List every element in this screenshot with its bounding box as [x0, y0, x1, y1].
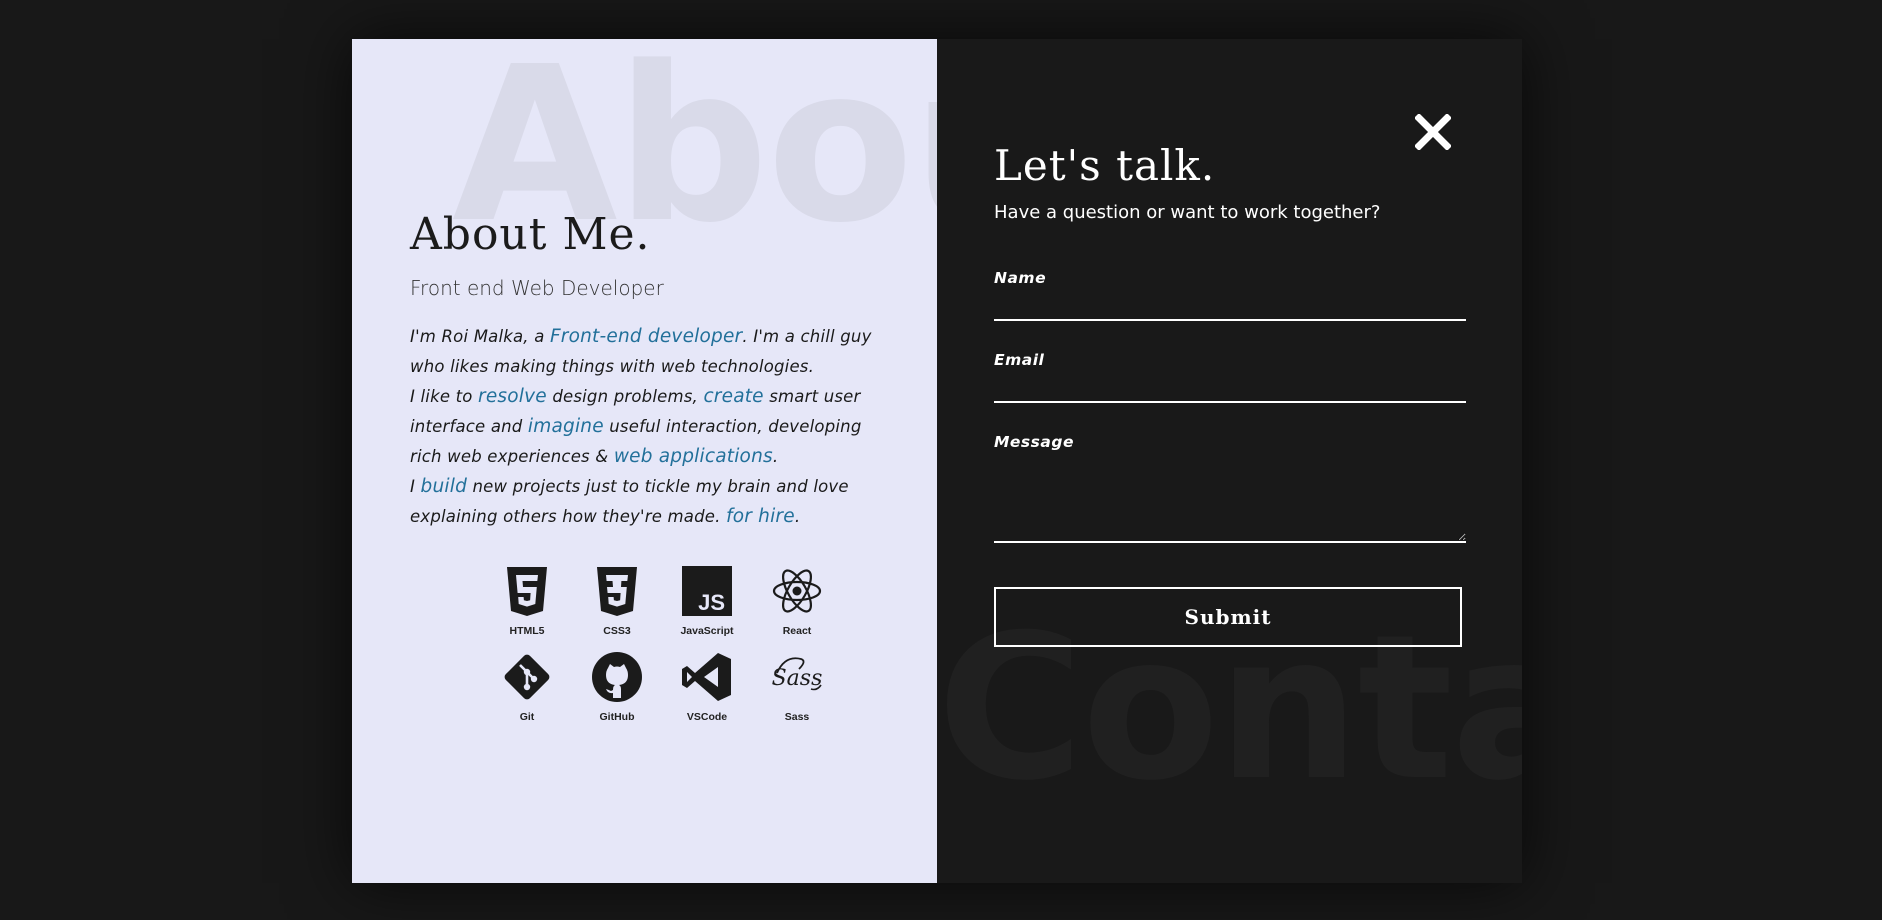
skill-github: GitHub	[572, 651, 662, 723]
bio-text: I like to	[410, 387, 479, 406]
modal: About About Me. Front end Web Developer …	[352, 39, 1522, 883]
about-role: Front end Web Developer	[410, 276, 664, 300]
email-input[interactable]	[994, 369, 1466, 403]
contact-form: Name Email Message Submit	[994, 269, 1466, 647]
skill-javascript: JS JavaScript	[662, 565, 752, 637]
name-label: Name	[994, 269, 1047, 287]
skill-label: React	[782, 625, 812, 637]
about-bio: I'm Roi Malka, a Front-end developer. I'…	[410, 322, 880, 532]
contact-content: Let's talk. Have a question or want to w…	[994, 141, 1466, 647]
bio-text: .	[772, 447, 779, 466]
sass-icon: Sass	[772, 657, 822, 691]
about-title: About Me.	[410, 209, 651, 260]
bio-highlight-imagine: imagine	[527, 416, 604, 437]
message-field-group: Message	[994, 433, 1466, 543]
skill-label: CSS3	[603, 625, 631, 637]
html5-icon	[507, 567, 547, 616]
git-icon	[504, 654, 550, 700]
contact-panel: Conta Let's talk. Have a question or wan…	[937, 39, 1522, 883]
bio-highlight-front-end-developer: Front-end developer	[549, 326, 743, 347]
email-field-group: Email	[994, 351, 1466, 403]
svg-text:JS: JS	[698, 590, 725, 615]
submit-button[interactable]: Submit	[994, 587, 1462, 647]
bio-highlight-build: build	[420, 476, 468, 497]
skill-css3: CSS3	[572, 565, 662, 637]
github-icon	[592, 652, 642, 702]
contact-title: Let's talk.	[994, 141, 1216, 190]
skill-label: HTML5	[509, 625, 545, 637]
bio-text: I	[410, 477, 421, 496]
message-textarea[interactable]	[994, 451, 1466, 543]
skill-label: Git	[519, 711, 535, 723]
skill-vscode: VSCode	[662, 651, 752, 723]
email-label: Email	[994, 351, 1045, 369]
react-icon	[772, 569, 822, 613]
skill-label: JavaScript	[680, 625, 734, 637]
name-field-group: Name	[994, 269, 1466, 321]
skills-grid: HTML5 CSS3 JS JavaScript React Git GitHu…	[482, 565, 842, 723]
skill-label: GitHub	[599, 711, 635, 723]
bio-text: design problems,	[546, 387, 704, 406]
skill-label: VSCode	[686, 711, 728, 723]
name-input[interactable]	[994, 287, 1466, 321]
javascript-icon: JS	[682, 566, 732, 616]
bio-highlight-resolve: resolve	[478, 386, 547, 407]
bio-highlight-create: create	[703, 386, 764, 407]
vscode-icon	[682, 653, 731, 701]
about-content: About Me. Front end Web Developer I'm Ro…	[410, 209, 880, 532]
contact-subtitle: Have a question or want to work together…	[994, 202, 1381, 223]
skill-html5: HTML5	[482, 565, 572, 637]
skill-sass: Sass Sass	[752, 651, 842, 723]
message-label: Message	[994, 433, 1074, 451]
bio-highlight-web-applications: web applications	[613, 446, 773, 467]
about-panel: About About Me. Front end Web Developer …	[352, 39, 937, 883]
bio-text: I'm Roi Malka, a	[410, 327, 550, 346]
skill-react: React	[752, 565, 842, 637]
bio-text: .	[794, 507, 801, 526]
skill-git: Git	[482, 651, 572, 723]
skill-label: Sass	[784, 711, 810, 723]
bio-highlight-for-hire: for hire	[726, 506, 795, 527]
css3-icon	[597, 567, 637, 616]
